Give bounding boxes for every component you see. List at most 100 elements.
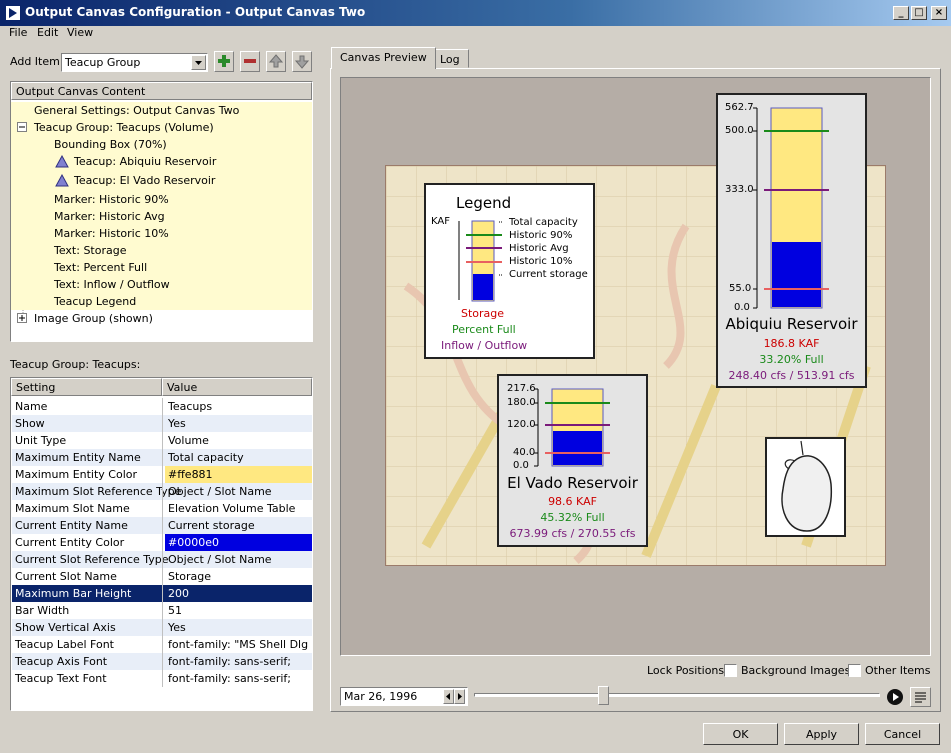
date-prev-button[interactable] (443, 689, 454, 704)
property-row[interactable]: Unit Type Volume (12, 432, 312, 449)
lock-background-checkbox[interactable] (724, 664, 737, 677)
maximize-button[interactable]: □ (911, 6, 927, 20)
property-setting: Current Entity Color (15, 536, 125, 549)
teacup-abiquiu[interactable]: 562.7 500.0 333.0 55.0 0.0 Abiquiu Reser… (716, 93, 867, 388)
apply-button[interactable]: Apply (784, 723, 859, 745)
property-row[interactable]: Maximum Slot Reference Type Object / Slot… (12, 483, 312, 500)
property-value[interactable]: Teacups (165, 398, 312, 415)
property-row[interactable]: Maximum Slot Name Elevation Volume Table (12, 500, 312, 517)
property-row[interactable]: Maximum Entity Color #ffe881 (12, 466, 312, 483)
abiquiu-name: Abiquiu Reservoir (725, 315, 858, 333)
property-row[interactable]: Current Slot Name Storage (12, 568, 312, 585)
add-item-combo[interactable]: Teacup Group (61, 53, 208, 72)
menu-edit[interactable]: Edit (37, 26, 58, 39)
collapse-icon[interactable] (17, 122, 28, 133)
property-value[interactable]: Object / Slot Name (165, 483, 312, 500)
property-row[interactable]: Show Vertical Axis Yes (12, 619, 312, 636)
tree-item-image-group[interactable]: Image Group (shown) (11, 310, 312, 327)
map-image[interactable] (765, 437, 846, 537)
tree-item-bounding-box[interactable]: Bounding Box (70%) (11, 136, 312, 153)
property-row[interactable]: Name Teacups (12, 398, 312, 415)
property-value[interactable]: font-family: sans-serif; (165, 670, 312, 687)
tree-item-text-storage[interactable]: Text: Storage (11, 242, 312, 259)
property-row[interactable]: Teacup Text Font font-family: sans-serif; (12, 670, 312, 687)
add-item-value: Teacup Group (65, 56, 141, 69)
property-row[interactable]: Maximum Entity Name Total capacity (12, 449, 312, 466)
move-down-button[interactable] (292, 51, 312, 72)
cancel-button[interactable]: Cancel (865, 723, 940, 745)
tree-item-marker-avg[interactable]: Marker: Historic Avg (11, 208, 312, 225)
tree-item-text-flow[interactable]: Text: Inflow / Outflow (11, 276, 312, 293)
property-row[interactable]: Current Entity Name Current storage (12, 517, 312, 534)
date-next-button[interactable] (454, 689, 465, 704)
col-value-header[interactable]: Value (162, 378, 312, 396)
teacup-icon (55, 155, 69, 168)
teacup-elvado[interactable]: 217.6 180.0 120.0 40.0 0.0 El Vado Reser… (497, 374, 648, 547)
property-row[interactable]: Teacup Label Font font-family: "MS Shell … (12, 636, 312, 653)
property-value[interactable]: Total capacity (165, 449, 312, 466)
move-up-button[interactable] (266, 51, 286, 72)
property-value[interactable]: #ffe881 (165, 466, 312, 483)
property-value[interactable]: Yes (165, 619, 312, 636)
column-divider (162, 517, 163, 534)
property-row[interactable]: Current Slot Reference Type Object / Slot… (12, 551, 312, 568)
log-button[interactable] (910, 687, 931, 707)
elvado-name: El Vado Reservoir (507, 474, 638, 492)
tree-item-teacup-elvado[interactable]: Teacup: El Vado Reservoir (11, 172, 312, 191)
col-setting-header[interactable]: Setting (11, 378, 162, 396)
abiquiu-tick-h10: 55.0 (729, 283, 752, 294)
close-button[interactable]: × (931, 6, 947, 20)
play-button[interactable] (885, 687, 905, 707)
tab-log[interactable]: Log (431, 49, 469, 68)
expand-icon[interactable] (17, 313, 28, 324)
tree-item-marker-90[interactable]: Marker: Historic 90% (11, 191, 312, 208)
chevron-down-icon[interactable] (191, 55, 206, 70)
property-row[interactable]: Show Yes (12, 415, 312, 432)
property-value[interactable]: font-family: "MS Shell Dlg 2"... (165, 636, 312, 653)
property-row[interactable]: Maximum Bar Height 200 (12, 585, 312, 602)
date-spinner[interactable]: Mar 26, 1996 (340, 687, 468, 706)
add-button[interactable] (214, 51, 234, 72)
lock-other-checkbox[interactable] (848, 664, 861, 677)
tab-canvas-preview[interactable]: Canvas Preview (331, 47, 436, 69)
column-divider (162, 653, 163, 670)
tree-item-teacup-abiquiu[interactable]: Teacup: Abiquiu Reservoir (11, 153, 312, 172)
column-divider (162, 551, 163, 568)
abiquiu-percent: 33.20% Full (759, 353, 824, 366)
property-value[interactable]: Object / Slot Name (165, 551, 312, 568)
time-slider-handle[interactable] (598, 686, 609, 705)
property-value[interactable]: Elevation Volume Table (165, 500, 312, 517)
property-value[interactable]: 200 (165, 585, 312, 602)
abiquiu-storage: 186.8 KAF (763, 337, 820, 350)
teacup-legend[interactable]: Legend KAF Total capacity Historic 90% H… (424, 183, 595, 359)
menu-file[interactable]: File (9, 26, 27, 39)
property-value[interactable]: 51 (165, 602, 312, 619)
minimize-button[interactable]: _ (893, 6, 909, 20)
property-value[interactable]: Storage (165, 568, 312, 585)
menu-view[interactable]: View (67, 26, 93, 39)
column-divider (162, 449, 163, 466)
property-row[interactable]: Bar Width 51 (12, 602, 312, 619)
ok-button[interactable]: OK (703, 723, 778, 745)
window-title: Output Canvas Configuration - Output Can… (25, 5, 366, 19)
property-row[interactable]: Teacup Axis Font font-family: sans-serif; (12, 653, 312, 670)
tree-item-text-percent[interactable]: Text: Percent Full (11, 259, 312, 276)
property-value[interactable]: Current storage (165, 517, 312, 534)
title-bar: Output Canvas Configuration - Output Can… (0, 0, 951, 26)
time-slider-track[interactable] (474, 693, 880, 697)
property-setting: Show (15, 417, 45, 430)
property-value[interactable]: #0000e0 (165, 534, 312, 551)
tree-item-marker-10[interactable]: Marker: Historic 10% (11, 225, 312, 242)
property-setting: Current Slot Reference Type (15, 553, 169, 566)
remove-button[interactable] (240, 51, 260, 72)
property-setting: Maximum Slot Name (15, 502, 130, 515)
property-value[interactable]: Volume (165, 432, 312, 449)
tree-item-legend[interactable]: Teacup Legend (11, 293, 312, 310)
property-value[interactable]: font-family: sans-serif; (165, 653, 312, 670)
column-divider (162, 670, 163, 687)
property-row[interactable]: Current Entity Color #0000e0 (12, 534, 312, 551)
tree-item-teacup-group[interactable]: Teacup Group: Teacups (Volume) (11, 119, 312, 136)
add-item-label: Add Item: (10, 55, 64, 68)
property-value[interactable]: Yes (165, 415, 312, 432)
tree-item-general-settings[interactable]: General Settings: Output Canvas Two (11, 102, 312, 119)
